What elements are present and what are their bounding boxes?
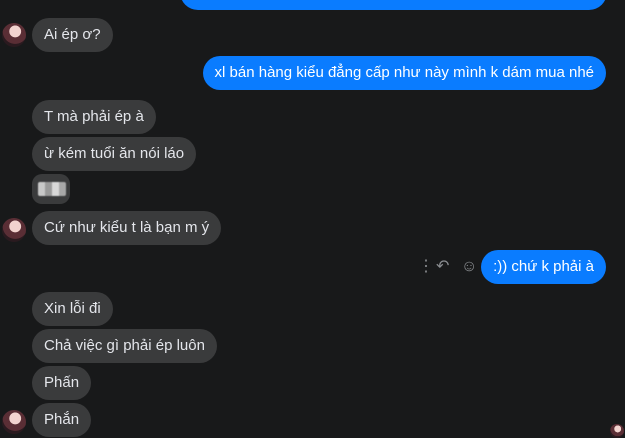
message-outgoing[interactable]: :)) chứ k phải à [481, 250, 606, 284]
message-incoming[interactable]: T mà phải ép à [32, 100, 156, 134]
reply-icon[interactable]: ↶ [436, 259, 449, 275]
message-incoming[interactable]: Xin lỗi đi [32, 292, 113, 326]
message-incoming[interactable]: Ai ép ơ? [32, 18, 113, 52]
message-incoming[interactable]: ừ kém tuổi ăn nói láo [32, 137, 197, 171]
more-vertical-icon[interactable]: ⋮ [418, 259, 434, 275]
avatar[interactable] [2, 410, 26, 434]
avatar[interactable] [2, 23, 26, 47]
message-incoming[interactable]: Cứ như kiểu t là bạn m ý [32, 211, 222, 245]
avatar[interactable] [2, 218, 26, 242]
message-incoming[interactable]: Phắn [32, 403, 92, 437]
message-outgoing[interactable]: xl bán hàng kiểu đẳng cấp như này mình k… [202, 56, 606, 90]
seen-avatar [610, 424, 624, 438]
message-incoming[interactable]: Chả việc gì phải ép luôn [32, 329, 217, 363]
blurred-content [38, 182, 66, 196]
smiley-icon[interactable]: ☺ [461, 259, 477, 275]
message-incoming[interactable]: Phấn [32, 366, 92, 400]
message-incoming-blurred[interactable] [32, 174, 70, 204]
message-outgoing-cutoff[interactable] [180, 0, 607, 10]
